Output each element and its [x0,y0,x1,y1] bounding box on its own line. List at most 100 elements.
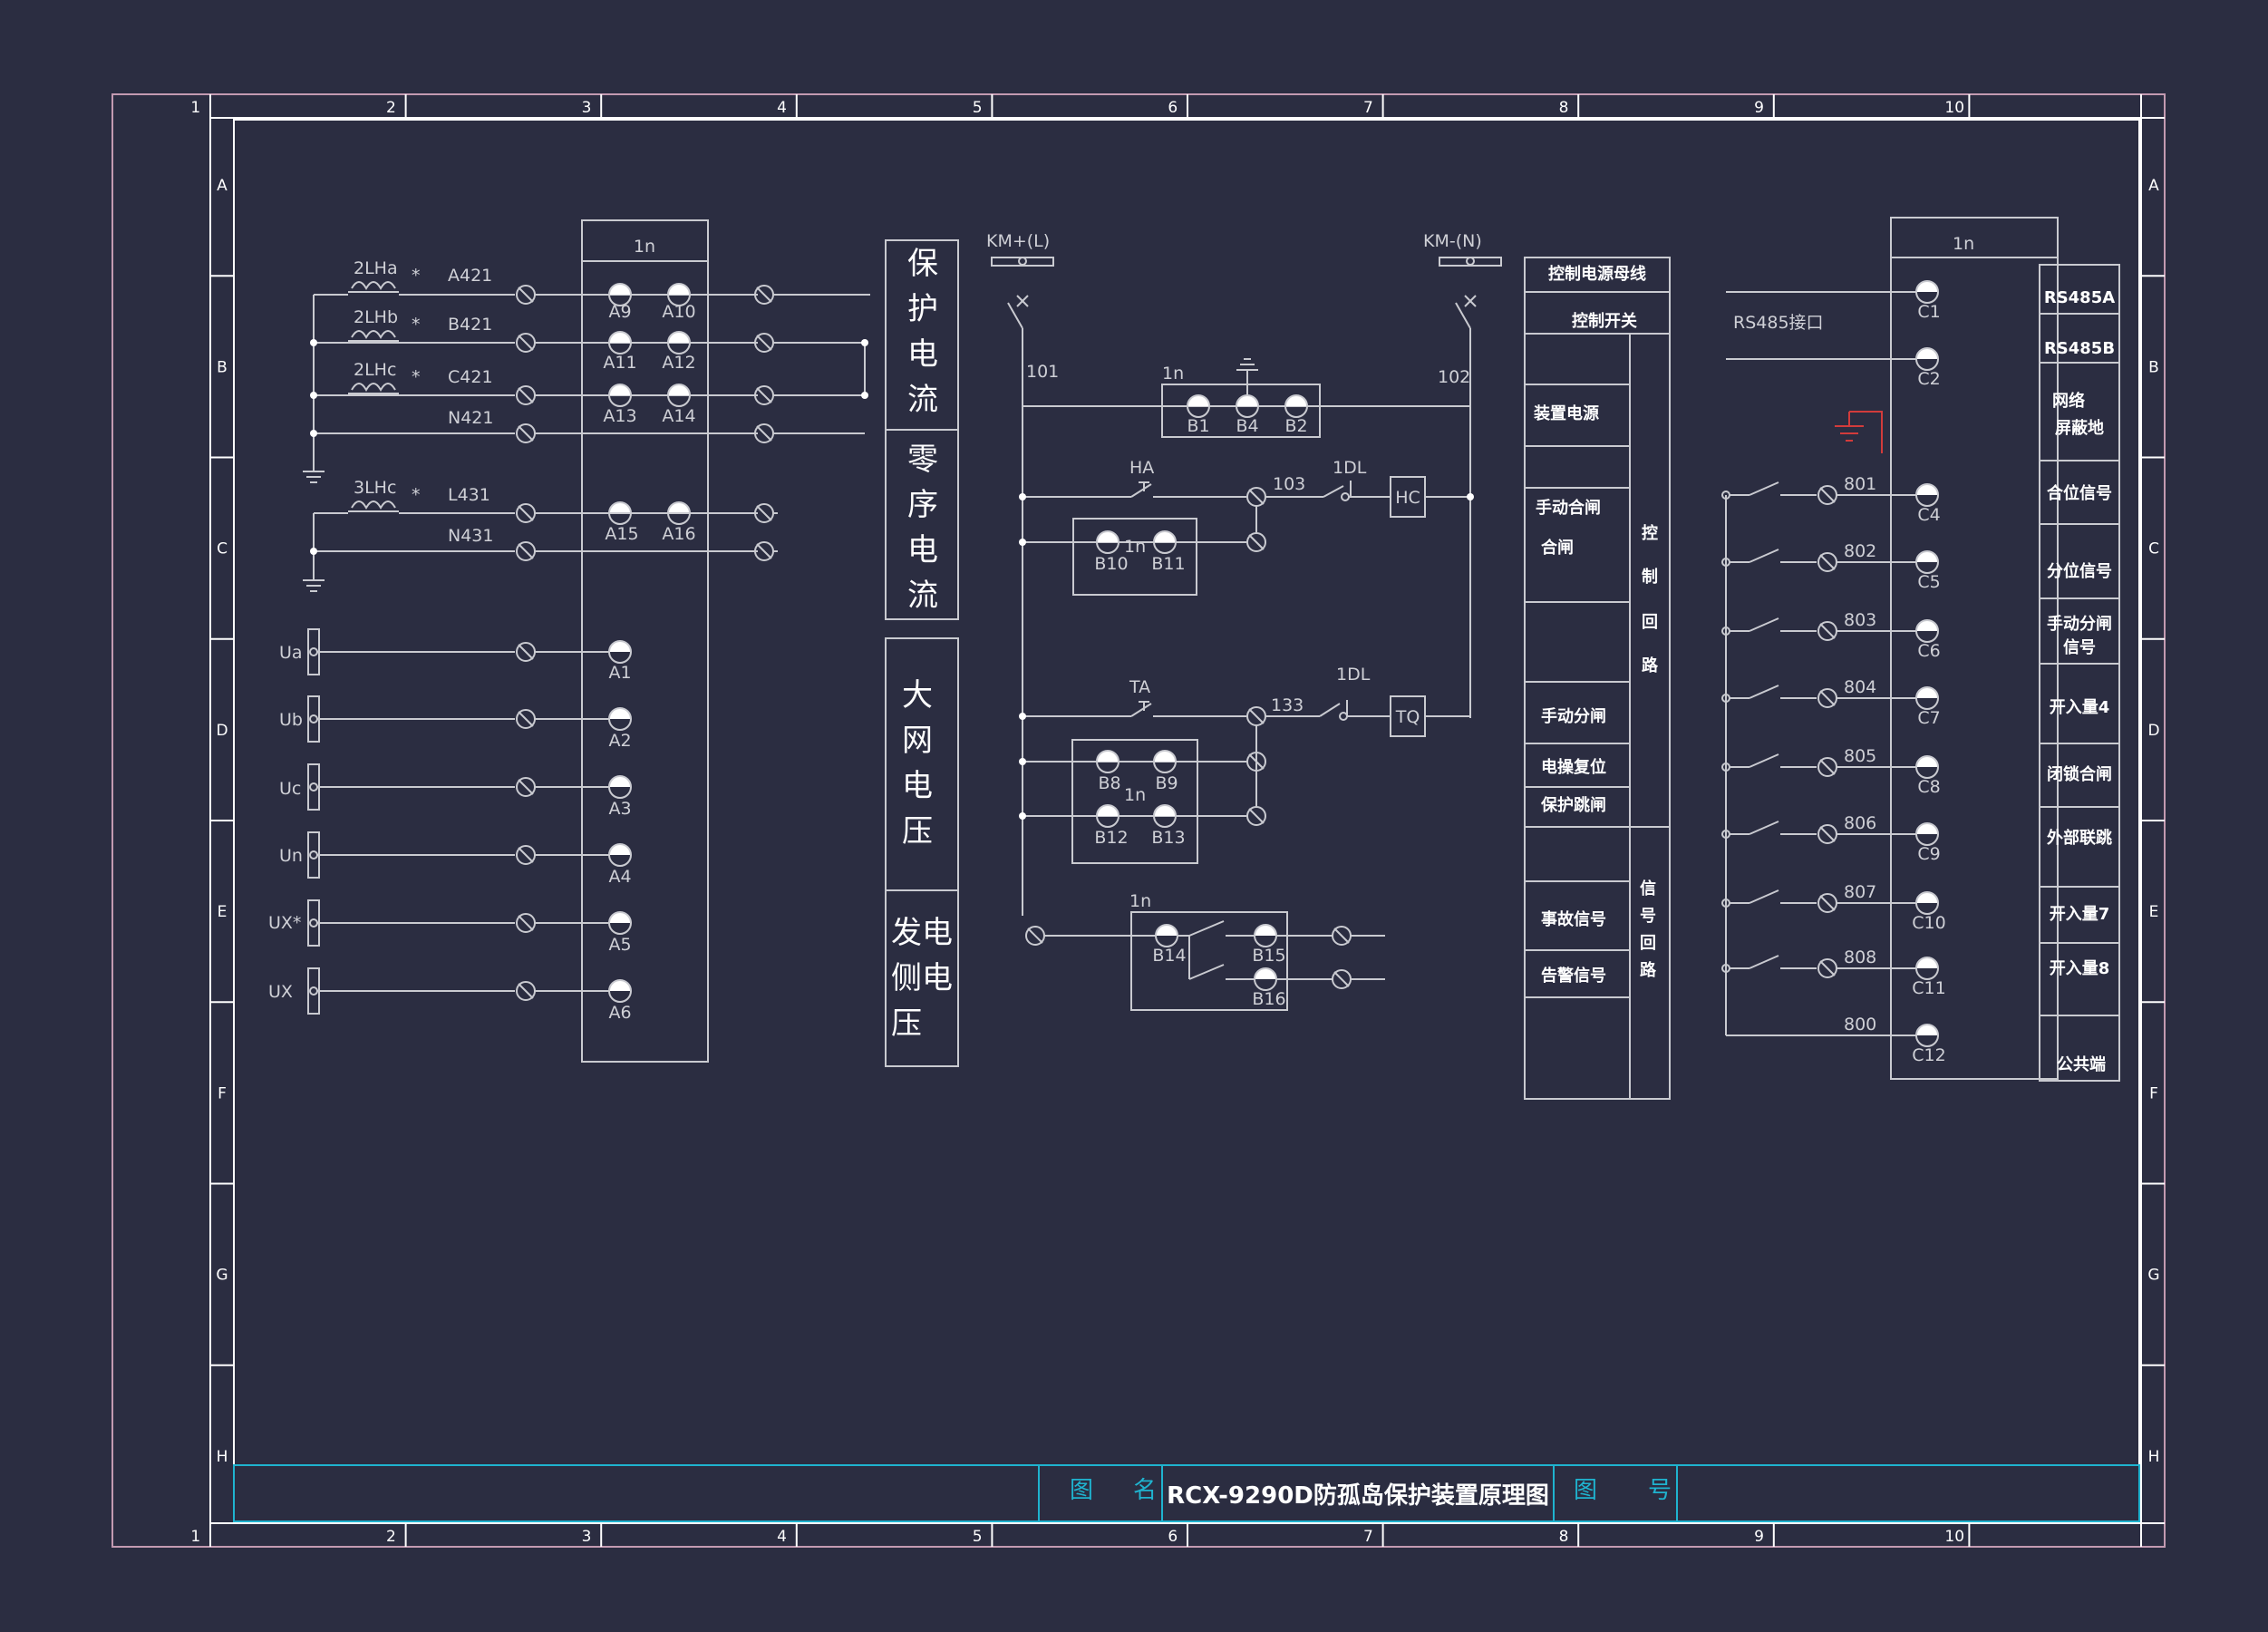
signal-input-row: 803 [1721,610,1916,641]
legend-vertical-char: 信 [1640,879,1656,899]
legend-vertical-char: 回 [1640,934,1656,953]
terminal-label: A5 [608,935,631,955]
terminal-label: C5 [1917,572,1940,592]
terminal-label: B9 [1155,773,1178,793]
terminal-label: A3 [608,799,631,819]
terminal-label: B15 [1252,946,1285,966]
svg-text:大: 大 [902,677,933,714]
switch-contact-icon [1749,821,1779,835]
terminal-c5: C5 [1915,550,1941,592]
terminal-label: B16 [1252,989,1285,1009]
legend-item: 告警信号 [1541,966,1606,986]
right-label: 网络 [2052,391,2085,411]
terminal-label: B4 [1236,416,1258,436]
terminal-label: C9 [1917,844,1940,864]
tq-label: TQ [1395,707,1420,727]
terminal-label: A14 [662,406,695,426]
hc-label: HC [1395,488,1420,508]
svg-text:保: 保 [907,246,938,282]
column-number: 2 [386,1528,396,1546]
wire-label: 806 [1844,813,1876,833]
terminal-label: B8 [1098,773,1120,793]
signal-input-row: 806 [1721,813,1916,844]
wire-label: A421 [448,266,492,286]
legend-vertical-char: 控 [1642,523,1658,543]
signal-inputs: 801 802 803 804 805 806 807 808 [1721,474,1916,978]
wire-label: 807 [1844,882,1876,902]
terminal-c12: C12 [1912,1024,1946,1065]
terminal-label: A13 [603,406,636,426]
terminal-c6: C6 [1915,619,1941,661]
terminal-label: A1 [608,663,631,683]
switch-contact-icon [1749,481,1779,496]
label-grid-voltage: 大 网 电 压 [902,677,933,850]
wiring-schematic: 1122334455667788991010 A AB BC CD DE EF FG GH H … [111,93,2166,1548]
wire-101: 101 [1026,362,1059,382]
coil-icon [351,281,396,291]
polarity-star: * [412,315,421,335]
voltage-row: Un A4 [279,831,632,887]
voltage-label: Ub [279,710,303,730]
terminal-label: C1 [1917,302,1940,322]
legend-vertical-char: 回 [1642,613,1658,632]
terminal-label: A4 [608,867,631,887]
title-name-label: 图 [1070,1477,1093,1504]
column-number: 1 [190,99,200,117]
terminal-label: C12 [1912,1045,1945,1065]
voltage-inputs: Ua A1 Ub A2 Uc A3 Un A4 UX* A5 UX A6 [268,628,632,1023]
legend-row: 控制电源母线 [1548,264,1646,284]
dl-label: 1DL [1333,458,1367,478]
legend-vertical-char: 路 [1640,960,1657,980]
voltage-row: Ua A1 [279,628,632,683]
polarity-star: * [412,485,421,505]
coil-icon [351,500,396,510]
voltage-label: UX* [268,913,301,933]
wire-label: B421 [448,315,492,335]
legend-item: 装置电源 [1534,403,1599,423]
legend-vertical-char: 号 [1640,907,1656,926]
svg-text:电: 电 [922,960,953,996]
km-negative-label: KM-(N) [1423,231,1482,251]
svg-text:流: 流 [907,382,938,418]
terminal-label: B10 [1094,554,1128,574]
box-title: 1n [1124,785,1146,805]
terminal-label: A2 [608,731,631,751]
terminal-label: A15 [605,524,638,544]
title-name-label: 名 [1133,1477,1157,1504]
label-generator-voltage: 发 侧 压 电 电 [891,915,953,1042]
column-number: 1 [190,1528,200,1546]
svg-text:网: 网 [902,723,933,759]
row-letter: G [216,1267,228,1285]
right-label: 闭锁合闸 [2047,764,2112,784]
row-letter: B [2148,358,2159,376]
legend-item: 电操复位 [1541,757,1606,777]
signal-input-row: 808 [1721,947,1916,978]
ct-coil-label: 2LHa [354,258,398,278]
switch-contact-icon [1749,889,1779,904]
column-number: 9 [1754,1528,1764,1546]
terminal-label: A12 [662,353,695,373]
right-label: 合位信号 [2047,483,2112,503]
right-label: 手动分闸 [2047,614,2112,634]
terminal-label: C2 [1917,369,1940,389]
terminal-label: B11 [1151,554,1185,574]
terminal-label: C11 [1912,978,1945,998]
title-block: 图 名 RCX-9290D防孤岛保护装置原理图 图 号 [233,1464,2140,1522]
column-number: 10 [1944,99,1964,117]
row-letter: D [2147,722,2159,740]
voltage-row: UX A6 [268,967,632,1023]
voltage-label: Ua [279,643,303,663]
ct-coil-label: 2LHb [354,307,398,327]
row-letter: D [216,722,228,740]
row-letter: A [2148,177,2159,195]
column-number: 2 [386,99,396,117]
switch-contact-icon [1749,955,1779,969]
coil-icon [351,383,396,393]
wire-label: N431 [448,526,493,546]
polarity-star: * [412,266,421,286]
wire-103: 103 [1273,474,1305,494]
terminal-label: A11 [603,353,636,373]
km-positive-label: KM+(L) [986,231,1050,251]
dl-label: 1DL [1336,665,1371,685]
column-number: 8 [1559,1528,1569,1546]
